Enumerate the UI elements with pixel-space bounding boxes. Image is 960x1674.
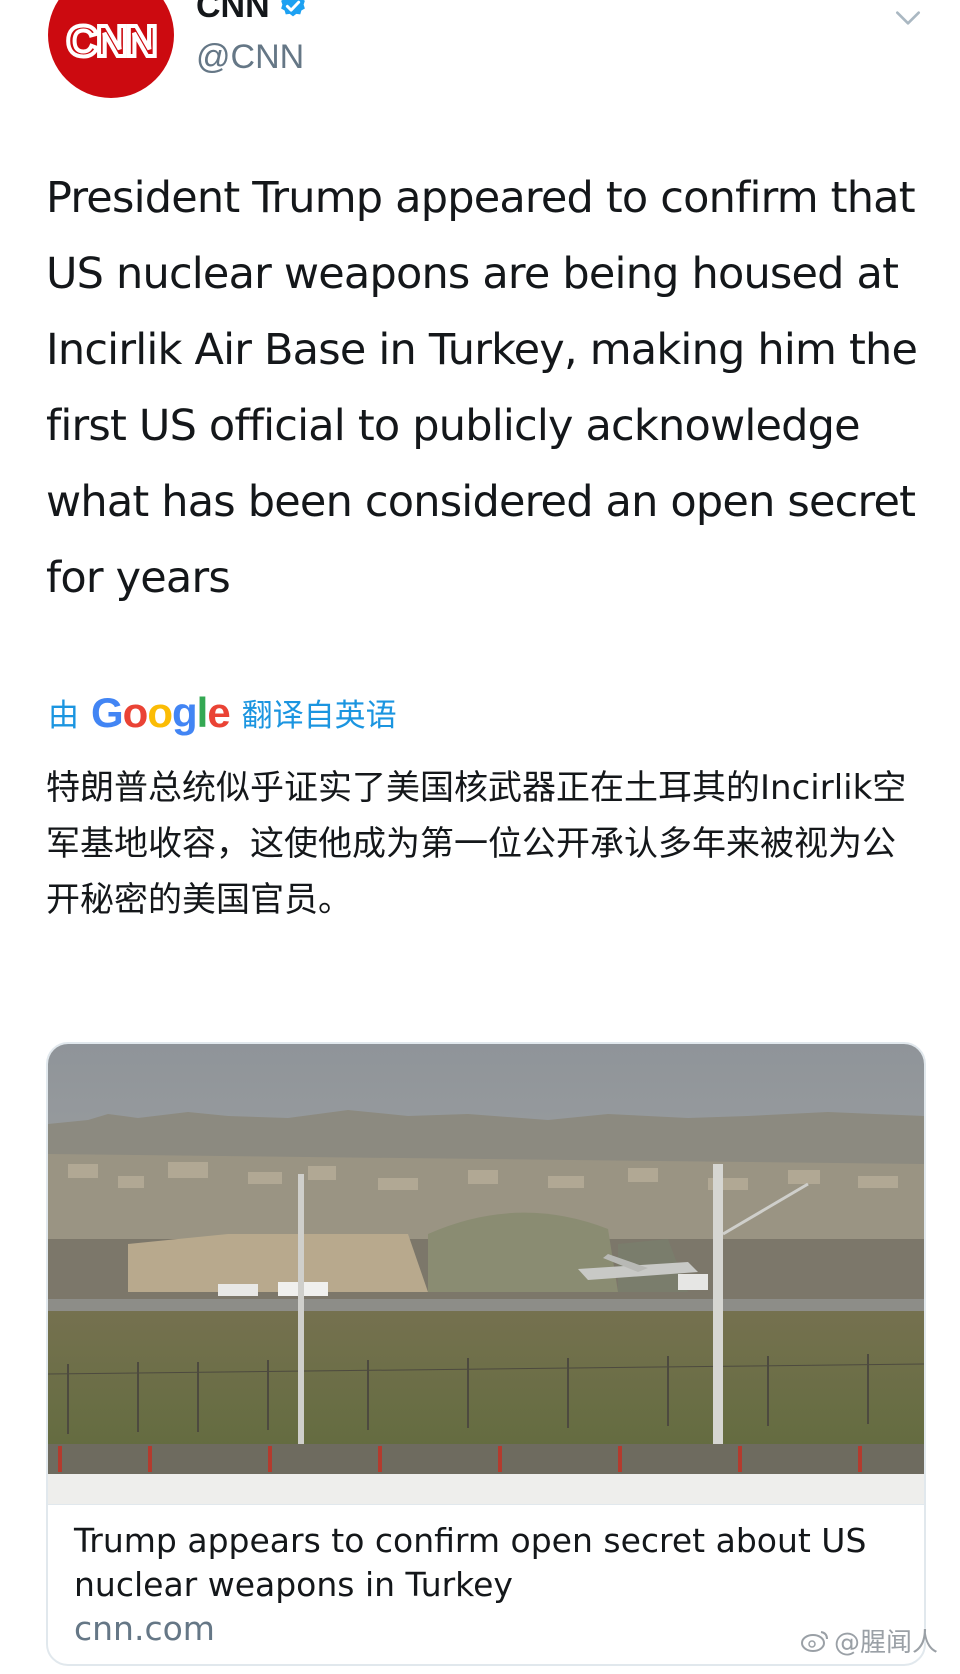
weibo-icon [800,1630,828,1652]
watermark-text: @腥闻人 [833,1628,938,1658]
link-card-domain: cnn.com [74,1609,215,1648]
svg-text:CNN: CNN [66,17,155,66]
translation-attribution[interactable]: 由 Google 翻译自英语 [48,690,397,735]
tweet-text: President Trump appeared to confirm that… [46,173,918,603]
chevron-down-icon[interactable] [892,2,924,34]
link-card-title[interactable]: Trump appears to confirm open secret abo… [74,1519,904,1607]
author-name-row: CNN [196,0,308,26]
translation-suffix: 翻译自英语 [241,698,397,734]
author-handle[interactable]: @CNN [196,38,304,77]
air-base-photo [48,1044,924,1504]
avatar[interactable]: CNN [48,0,174,98]
verified-badge-icon [280,0,305,17]
watermark: @腥闻人 [800,1622,938,1659]
google-logo: Google [91,688,231,736]
translated-text: 特朗普总统似乎证实了美国核武器正在土耳其的Incirlik空军基地收容，这使他成… [46,768,907,920]
link-card[interactable]: Trump appears to confirm open secret abo… [46,1042,926,1666]
author-display-name[interactable]: CNN [196,0,270,26]
cnn-logo: CNN [64,15,159,68]
link-card-body[interactable]: Trump appears to confirm open secret abo… [48,1504,924,1664]
translation-prefix: 由 [48,698,79,734]
